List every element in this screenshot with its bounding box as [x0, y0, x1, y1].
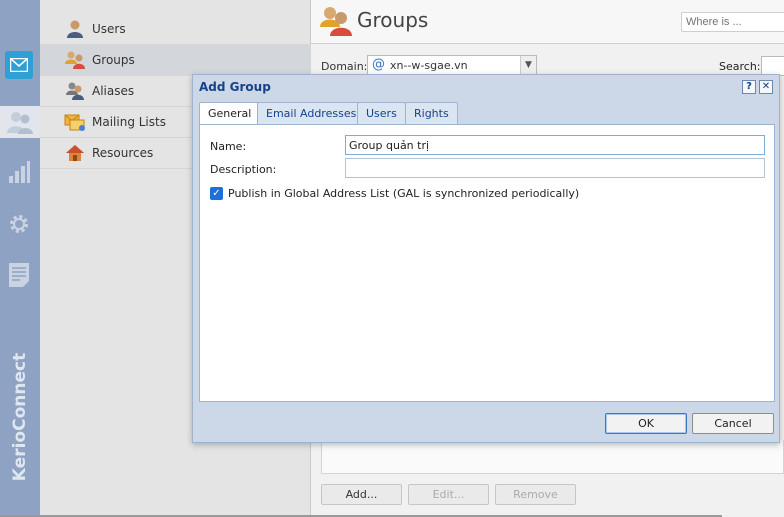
mail-icon[interactable] [5, 51, 33, 79]
settings-gear-icon[interactable] [5, 210, 33, 238]
search-input[interactable] [761, 56, 784, 76]
domain-toolbar: Domain: @ xn--w-sgae.vn ▼ Search: [311, 54, 784, 76]
page-title: Groups [357, 8, 429, 32]
sidebar-item-label: Aliases [92, 84, 135, 98]
remove-button[interactable]: Remove [495, 484, 576, 505]
sidebar-item-label: Resources [92, 146, 154, 160]
groups-header-icon [319, 5, 353, 40]
statistics-icon[interactable] [5, 158, 33, 186]
at-sign-icon: @ [372, 57, 385, 72]
sidebar-item-label: Groups [92, 53, 135, 67]
page-header: Groups [311, 0, 784, 44]
app-rail: KerioConnect [0, 0, 40, 517]
general-tab-panel: Name: Group quản trị Description: ✓ Publ… [199, 124, 775, 402]
tab-email-addresses[interactable]: Email Addresses [257, 102, 366, 124]
description-field[interactable] [345, 158, 765, 178]
tab-users[interactable]: Users [357, 102, 406, 124]
publish-gal-label: Publish in Global Address List (GAL is s… [228, 187, 580, 200]
close-icon[interactable]: ✕ [759, 80, 773, 94]
name-field[interactable]: Group quản trị [345, 135, 765, 155]
alias-icon [64, 80, 86, 102]
ok-button[interactable]: OK [605, 413, 687, 434]
domain-select[interactable]: @ xn--w-sgae.vn ▼ [367, 55, 537, 76]
publish-gal-checkbox[interactable]: ✓ [210, 187, 223, 200]
user-icon [64, 18, 86, 40]
group-icon [64, 49, 86, 71]
sidebar-item-users[interactable]: Users [40, 14, 311, 45]
groups-list[interactable] [321, 440, 784, 474]
domain-value: xn--w-sgae.vn [390, 59, 468, 72]
add-button[interactable]: Add... [321, 484, 402, 505]
mailing-list-icon [64, 111, 86, 133]
tab-rights[interactable]: Rights [405, 102, 458, 124]
where-is-search-input[interactable] [681, 12, 784, 32]
domain-label: Domain: [321, 60, 368, 73]
search-label: Search: [719, 60, 761, 73]
edit-button[interactable]: Edit... [408, 484, 489, 505]
logs-icon[interactable] [5, 261, 33, 289]
cancel-button[interactable]: Cancel [692, 413, 774, 434]
add-group-dialog: Add Group ? ✕ General Email Addresses Us… [192, 74, 780, 443]
help-icon[interactable]: ? [742, 80, 756, 94]
dialog-title: Add Group [199, 80, 271, 94]
chevron-down-icon[interactable]: ▼ [520, 56, 536, 75]
sidebar-item-label: Users [92, 22, 126, 36]
resource-house-icon [64, 142, 86, 164]
brand-text: KerioConnect [10, 352, 30, 482]
tab-general[interactable]: General [199, 102, 261, 125]
brand-logo: KerioConnect [6, 353, 34, 481]
accounts-icon[interactable] [0, 106, 40, 138]
sidebar-item-label: Mailing Lists [92, 115, 166, 129]
description-label: Description: [210, 163, 277, 176]
name-label: Name: [210, 140, 247, 153]
sidebar-item-groups[interactable]: Groups [40, 45, 311, 76]
